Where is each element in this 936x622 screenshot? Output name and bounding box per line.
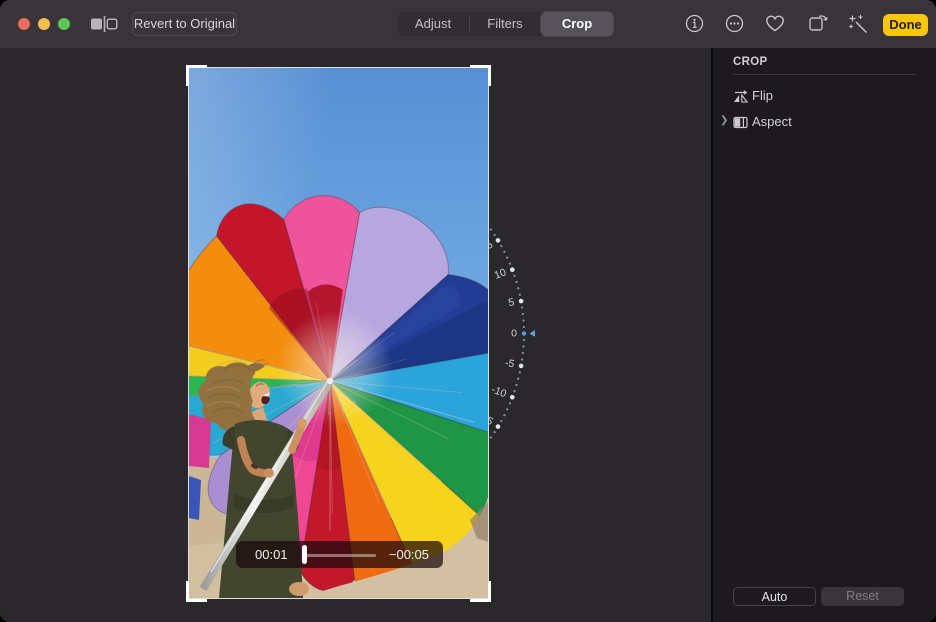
svg-text:10: 10 [493,266,508,281]
svg-text:15: 15 [489,239,495,255]
svg-text:-15: -15 [489,410,495,428]
svg-text:0: 0 [511,327,517,339]
svg-text:-10: -10 [490,384,509,401]
svg-text:-5: -5 [504,357,516,371]
svg-text:5: 5 [507,296,515,309]
